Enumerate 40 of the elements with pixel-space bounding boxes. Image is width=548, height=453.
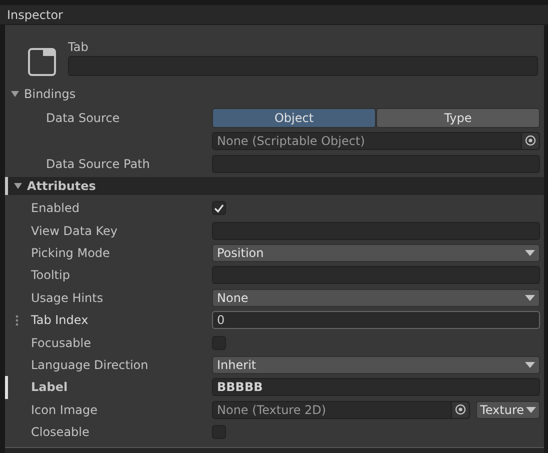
- field-label: Enabled: [31, 201, 80, 216]
- inspector-tab[interactable]: Inspector: [0, 5, 548, 25]
- text-field[interactable]: 0: [212, 311, 540, 330]
- drag-handle-icon[interactable]: [15, 314, 19, 326]
- object-picker-button[interactable]: [521, 132, 539, 148]
- toggle-option[interactable]: Type: [376, 108, 540, 128]
- target-icon: [525, 135, 536, 146]
- field-label: Focusable: [31, 336, 92, 350]
- foldout-arrow-icon[interactable]: [10, 89, 20, 99]
- checkbox[interactable]: [212, 201, 226, 216]
- field-label: Icon Image: [31, 402, 98, 417]
- field-label: Tooltip: [31, 268, 71, 282]
- field-label: Data Source Path: [46, 156, 151, 170]
- target-icon: [455, 404, 466, 416]
- toggle-option[interactable]: Object: [212, 108, 376, 128]
- object-field[interactable]: None (Scriptable Object): [212, 132, 540, 150]
- bindings-foldout[interactable]: Bindings: [5, 84, 544, 104]
- field-label: Language Direction: [31, 358, 150, 372]
- caret-icon: [525, 294, 535, 301]
- field-label: Tab Index: [31, 313, 90, 328]
- attributes-foldout[interactable]: Attributes: [5, 177, 544, 195]
- dropdown[interactable]: None: [212, 288, 540, 307]
- dropdown[interactable]: Inherit: [212, 356, 540, 374]
- element-icon: [28, 48, 56, 76]
- caret-icon: [525, 362, 535, 368]
- type-dropdown[interactable]: Texture: [476, 400, 540, 419]
- caret-icon: [525, 250, 535, 256]
- field-label: Closeable: [31, 425, 90, 440]
- field-label: Label: [31, 380, 69, 394]
- field-label: Data Source: [46, 110, 121, 124]
- field-label: View Data Key: [31, 224, 119, 238]
- field-label: Picking Mode: [31, 246, 111, 260]
- caret-icon: [526, 406, 536, 413]
- element-type-label: Tab: [68, 40, 88, 54]
- object-field[interactable]: None (Texture 2D): [212, 400, 470, 419]
- text-field[interactable]: BBBBB: [212, 378, 540, 396]
- field-label: Usage Hints: [31, 290, 104, 305]
- dropdown[interactable]: Position: [212, 244, 540, 262]
- foldout-arrow-icon[interactable]: [13, 181, 23, 191]
- object-picker-button[interactable]: [451, 402, 470, 418]
